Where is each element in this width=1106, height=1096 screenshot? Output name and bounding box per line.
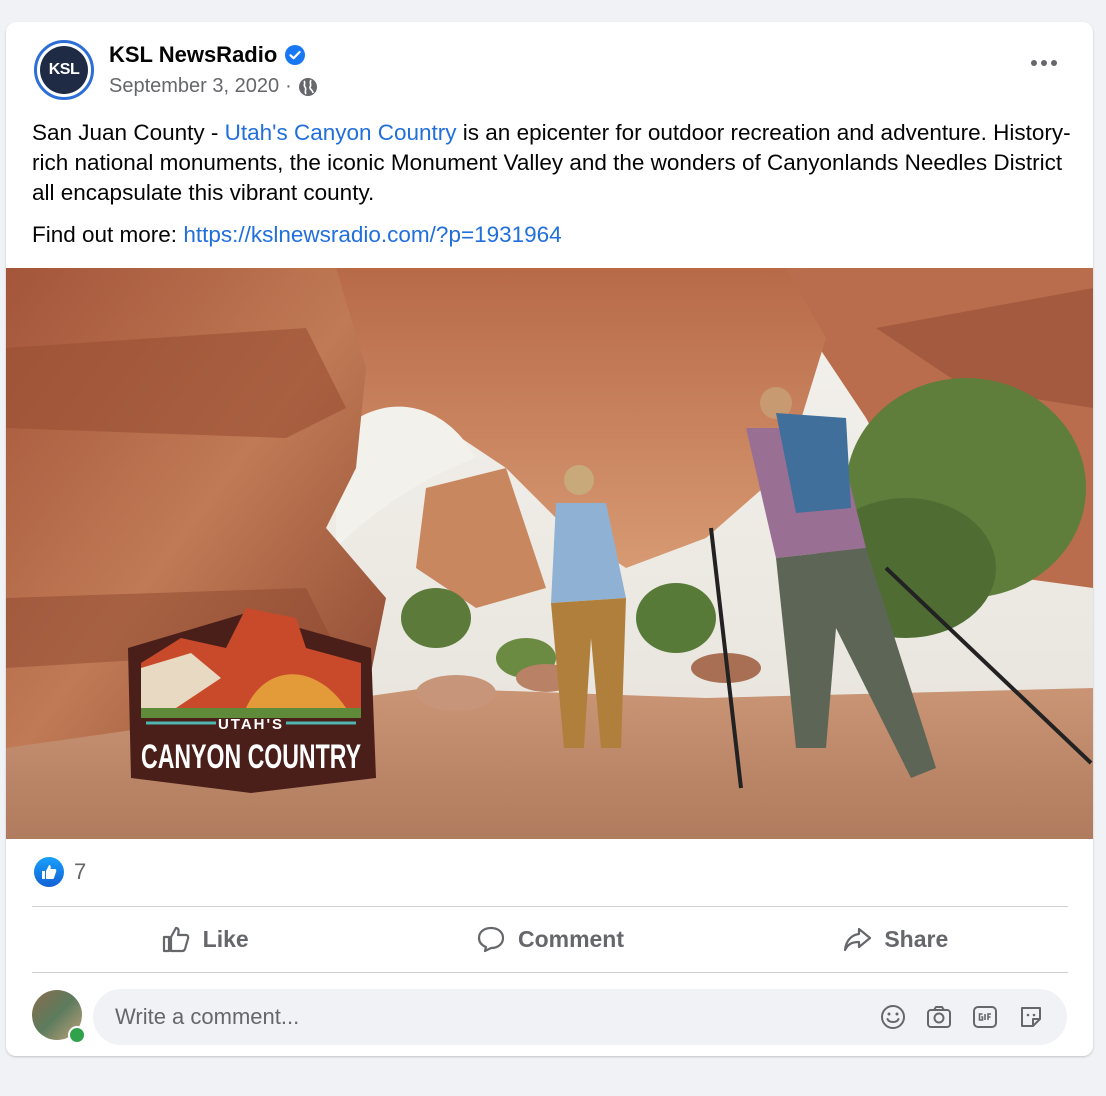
like-icon: [162, 926, 189, 953]
reactions-summary[interactable]: 7: [34, 857, 86, 887]
dot-icon: [1051, 60, 1057, 66]
article-link[interactable]: https://kslnewsradio.com/?p=1931964: [183, 222, 561, 247]
gif-icon[interactable]: [971, 1003, 999, 1031]
canyon-hikers-image: UTAH'S CANYON COUNTRY: [6, 268, 1093, 839]
find-more-label: Find out more:: [32, 222, 184, 247]
page-avatar[interactable]: KSL: [34, 40, 94, 100]
page-name-row: KSL NewsRadio: [109, 42, 306, 68]
online-status-dot: [68, 1026, 86, 1044]
like-button[interactable]: Like: [32, 908, 377, 970]
verified-badge-icon: [285, 45, 306, 65]
share-icon: [844, 927, 872, 952]
comment-box[interactable]: [93, 989, 1067, 1045]
post-text: San Juan County - Utah's Canyon Country …: [32, 118, 1072, 262]
comment-label: Comment: [517, 925, 625, 952]
post-text-prefix: San Juan County -: [32, 120, 225, 145]
divider: [32, 906, 1068, 907]
divider: [32, 972, 1068, 973]
meta-separator: ·: [285, 75, 292, 97]
thumbs-up-icon: [42, 865, 57, 879]
page-name[interactable]: KSL NewsRadio: [109, 42, 277, 68]
post-date[interactable]: September 3, 2020: [109, 75, 279, 98]
like-label: Like: [202, 925, 249, 952]
post-photo[interactable]: UTAH'S CANYON COUNTRY: [6, 268, 1093, 839]
post-meta: September 3, 2020 ·: [109, 75, 318, 98]
globe-icon: [298, 77, 317, 96]
post-body: San Juan County - Utah's Canyon Country …: [32, 118, 1072, 208]
share-label: Share: [884, 925, 949, 952]
comment-button[interactable]: Comment: [377, 908, 722, 970]
share-button[interactable]: Share: [723, 908, 1068, 970]
comment-input[interactable]: [113, 1003, 877, 1031]
sticker-icon[interactable]: [1017, 1003, 1045, 1031]
dot-icon: [1041, 60, 1047, 66]
find-more-line: Find out more: https://kslnewsradio.com/…: [32, 220, 1072, 250]
action-bar: Like Comment Share: [32, 908, 1068, 970]
page-avatar-logo: KSL: [40, 46, 88, 94]
like-reaction-icon: [34, 857, 64, 887]
more-options-button[interactable]: [1031, 60, 1057, 66]
post-card: KSL KSL NewsRadio September 3, 2020 · Sa…: [6, 22, 1093, 1056]
emoji-icon[interactable]: [879, 1003, 907, 1031]
comment-icon: [477, 926, 505, 953]
camera-icon[interactable]: [925, 1003, 953, 1031]
dot-icon: [1031, 60, 1037, 66]
logo-text-top: UTAH'S: [218, 716, 284, 733]
reaction-count: 7: [74, 859, 87, 884]
logo-text-bottom: CANYON COUNTRY: [141, 738, 361, 776]
comment-tools: [879, 1003, 1045, 1031]
canyon-country-link[interactable]: Utah's Canyon Country: [225, 120, 457, 145]
